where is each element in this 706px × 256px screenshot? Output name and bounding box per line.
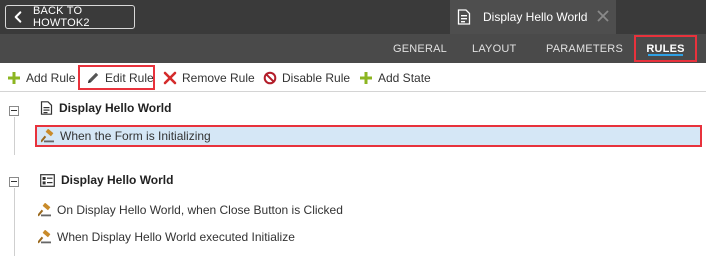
tree-guide-line [14,188,15,256]
rule-row[interactable]: When the Form is Initializing [35,125,702,147]
add-rule-label: Add Rule [26,71,76,85]
close-icon[interactable] [596,9,610,23]
back-button[interactable]: BACK TO HOWTOK2 [5,5,135,29]
rule-label: When the Form is Initializing [60,129,211,143]
add-rule-button[interactable]: Add Rule [7,68,75,88]
state-header: Display Hello World [40,172,173,188]
gavel-icon [41,129,54,143]
tab-parameters[interactable]: PARAMETERS [546,34,623,63]
add-state-label: Add State [378,71,431,85]
rule-row[interactable]: When Display Hello World executed Initia… [38,226,295,248]
collapse-toggle[interactable] [9,106,19,116]
view-icon [40,173,55,187]
plus-icon [360,72,372,84]
rules-toolbar: Add Rule Edit Rule Remove Rule Disable R… [0,63,706,92]
edit-rule-label: Edit Rule [105,70,154,85]
disable-rule-label: Disable Rule [282,71,351,85]
rule-label: On Display Hello World, when Close Butto… [57,203,343,217]
collapse-toggle[interactable] [9,177,19,187]
tree-guide-line [14,117,15,155]
chevron-left-icon [14,11,22,23]
gavel-icon [38,203,51,217]
plus-icon [8,72,20,84]
rule-row[interactable]: On Display Hello World, when Close Butto… [38,199,343,221]
tab-rules[interactable]: RULES [634,35,697,62]
form-document-icon [457,9,471,25]
tab-general[interactable]: GENERAL [393,34,447,63]
tab-layout[interactable]: LAYOUT [472,34,516,63]
disable-rule-button[interactable]: Disable Rule [263,68,350,88]
state-title: Display Hello World [61,173,174,187]
designer-tab-bar: GENERAL LAYOUT PARAMETERS RULES [0,34,706,63]
state-header: Display Hello World [40,100,171,116]
remove-rule-label: Remove Rule [182,71,255,85]
disable-icon [263,71,277,85]
gavel-icon [38,230,51,244]
remove-x-icon [163,71,177,85]
tab-rules-label: RULES [646,42,685,55]
top-bar: BACK TO HOWTOK2 Display Hello World [0,0,706,34]
form-tab[interactable]: Display Hello World [450,0,616,34]
edit-rule-button[interactable]: Edit Rule [78,65,155,90]
rule-label: When Display Hello World executed Initia… [57,230,295,244]
remove-rule-button[interactable]: Remove Rule [163,68,255,88]
form-icon [40,101,53,115]
state-title: Display Hello World [59,101,172,115]
form-tab-title: Display Hello World [483,10,588,24]
rules-tree: Display Hello World When the Form is Ini… [0,93,706,256]
add-state-button[interactable]: Add State [359,68,431,88]
pencil-icon [88,72,99,83]
active-tab-underline [648,54,683,56]
back-button-label: BACK TO HOWTOK2 [32,5,90,29]
